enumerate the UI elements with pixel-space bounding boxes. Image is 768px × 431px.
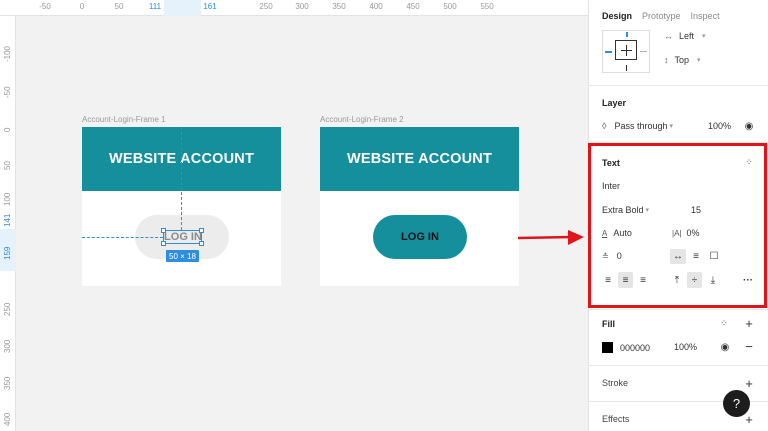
login-button[interactable]: LOG IN xyxy=(373,215,467,259)
layer-opacity-input[interactable]: 100% xyxy=(708,121,731,131)
frame-header[interactable]: WEBSITE ACCOUNT xyxy=(320,127,519,191)
ruler-tick: 250 xyxy=(259,2,273,11)
selection-size-badge: 50 × 18 xyxy=(166,250,199,262)
vertical-constraint-select[interactable]: ↕ Top ▾ xyxy=(664,55,701,65)
tab-inspect[interactable]: Inspect xyxy=(691,11,720,21)
ruler-tick: 500 xyxy=(443,2,457,11)
ruler-selection-highlight xyxy=(164,0,201,16)
ruler-tick: 300 xyxy=(3,339,12,353)
fill-color-hex[interactable]: 000000 xyxy=(620,343,650,353)
resize-handle[interactable] xyxy=(199,241,204,246)
selection-box[interactable] xyxy=(161,228,204,246)
chevron-down-icon: ▾ xyxy=(702,33,706,40)
tab-prototype[interactable]: Prototype xyxy=(642,11,681,21)
measure-guide-vertical xyxy=(181,127,182,230)
constraints-widget[interactable] xyxy=(602,30,650,73)
ruler-tick: 50 xyxy=(114,2,124,11)
vertical-constraint-value: Top xyxy=(674,55,690,65)
constraint-right-indicator[interactable] xyxy=(640,51,647,52)
fill-color-row[interactable]: 000000 xyxy=(602,342,650,353)
divider xyxy=(589,85,768,86)
fill-visibility-eye-icon[interactable]: ◉ xyxy=(719,341,731,353)
horizontal-constraint-value: Left xyxy=(679,31,695,41)
ruler-tick: 400 xyxy=(369,2,383,11)
ruler-tick: 400 xyxy=(3,412,12,426)
ruler-tick: 100 xyxy=(3,192,12,206)
blend-mode-icon: ◊ xyxy=(602,121,607,131)
resize-handle[interactable] xyxy=(161,228,166,233)
resize-handle[interactable] xyxy=(199,228,204,233)
ruler-tick: -50 xyxy=(39,2,51,11)
eye-icon[interactable]: ◉ xyxy=(743,120,755,132)
ruler-tick: 350 xyxy=(3,376,12,390)
measure-guide-horizontal xyxy=(82,237,163,238)
fill-styles-grid-icon[interactable]: ⁘ xyxy=(718,317,730,329)
ruler-tick-selection-end: 161 xyxy=(203,2,217,11)
constraint-left-indicator[interactable] xyxy=(605,51,612,53)
divider xyxy=(589,365,768,366)
stroke-section-title: Stroke xyxy=(602,378,629,388)
add-fill-icon[interactable]: + xyxy=(742,316,756,331)
blend-mode-select[interactable]: ◊ Pass through ▾ xyxy=(602,121,673,131)
ruler-tick: -50 xyxy=(3,86,12,98)
tab-design[interactable]: Design xyxy=(602,11,632,21)
ruler-tick: 550 xyxy=(480,2,494,11)
constraint-bottom-indicator[interactable] xyxy=(626,65,627,71)
ruler-tick: -100 xyxy=(3,45,12,62)
ruler-tick-selection-start: 141 xyxy=(3,213,12,227)
ruler-tick: 300 xyxy=(295,2,309,11)
fill-opacity-input[interactable]: 100% xyxy=(674,342,697,352)
frame-label[interactable]: Account-Login-Frame 2 xyxy=(320,115,404,124)
arrow-right-icon xyxy=(518,230,584,245)
resize-handle[interactable] xyxy=(161,241,166,246)
ruler-tick-selection-start: 111 xyxy=(148,2,162,11)
top-ruler: -50 0 50 111 161 250 300 350 400 450 500… xyxy=(0,0,588,16)
panel-tabs: Design Prototype Inspect xyxy=(602,11,720,21)
remove-fill-icon[interactable]: − xyxy=(743,339,755,354)
chevron-down-icon: ▾ xyxy=(669,123,674,130)
left-ruler: -100 -50 0 50 100 141 159 250 300 350 40… xyxy=(0,16,16,431)
effects-section-title: Effects xyxy=(602,414,630,424)
ruler-tick: 350 xyxy=(332,2,346,11)
horizontal-constraint-select[interactable]: ↔ Left ▾ xyxy=(664,31,706,41)
horizontal-constraint-icon: ↔ xyxy=(664,31,673,41)
text-section-highlight xyxy=(588,143,767,308)
ruler-tick-selection-end: 159 xyxy=(3,246,12,260)
frame-label[interactable]: Account-Login-Frame 1 xyxy=(82,115,166,124)
chevron-down-icon: ▾ xyxy=(697,57,701,64)
ruler-tick: 0 xyxy=(79,2,85,11)
blend-mode-value: Pass through xyxy=(614,121,668,131)
ruler-tick: 450 xyxy=(406,2,420,11)
ruler-tick: 50 xyxy=(3,161,12,170)
fill-section-title: Fill xyxy=(602,319,615,329)
constraint-center[interactable] xyxy=(615,40,637,60)
layer-section-title: Layer xyxy=(602,98,627,108)
divider xyxy=(589,309,768,310)
vertical-constraint-icon: ↕ xyxy=(664,55,669,65)
fill-color-swatch[interactable] xyxy=(602,342,613,353)
ruler-tick: 0 xyxy=(3,127,12,132)
add-stroke-icon[interactable]: + xyxy=(742,376,756,391)
account-login-frame-2[interactable]: WEBSITE ACCOUNT LOG IN xyxy=(320,127,519,286)
ruler-tick: 250 xyxy=(3,302,12,316)
constraint-top-indicator[interactable] xyxy=(626,32,628,37)
help-button[interactable]: ? xyxy=(723,390,750,417)
